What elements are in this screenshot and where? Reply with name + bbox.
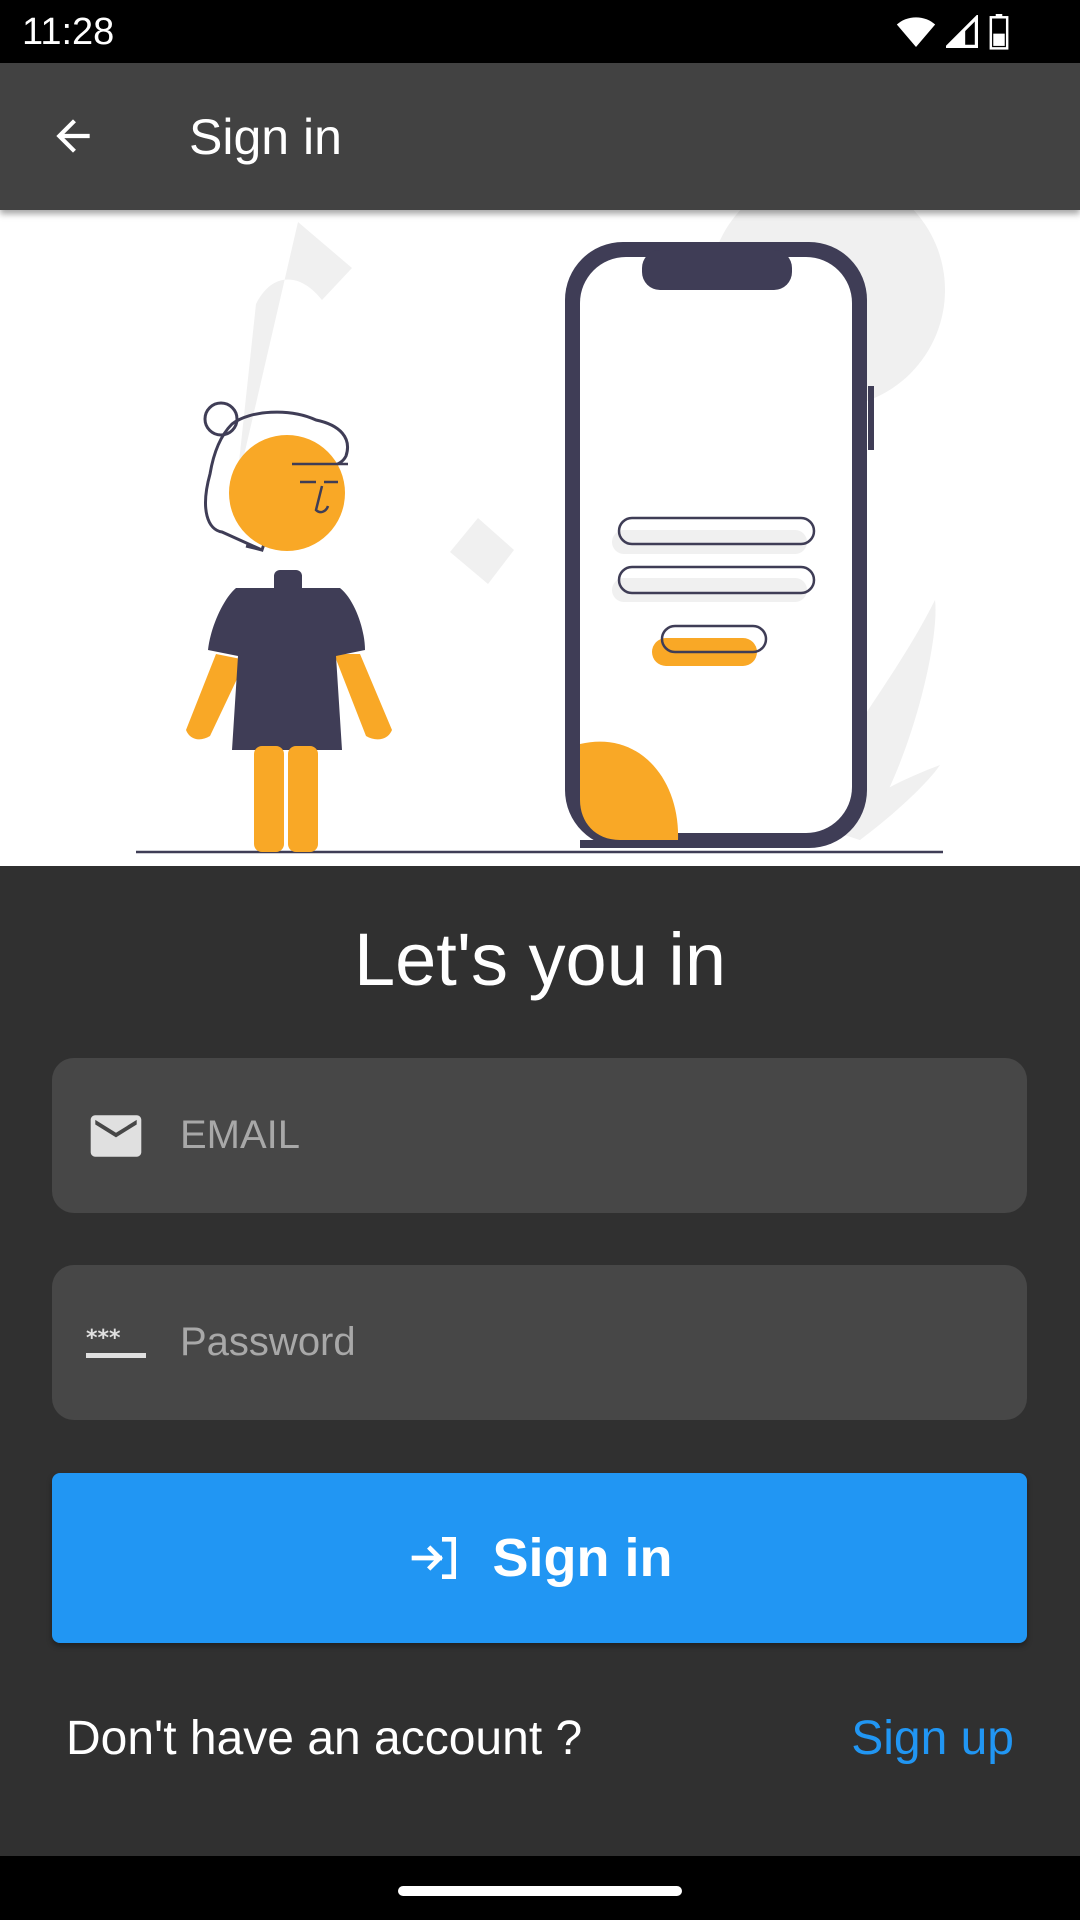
mail-icon <box>86 1111 146 1161</box>
person-with-phone-login-illustration <box>136 210 945 854</box>
login-illustration <box>0 210 1080 866</box>
password-input[interactable] <box>180 1265 1000 1420</box>
headline: Let's you in <box>353 918 727 1001</box>
status-bar: 11:28 <box>0 0 1080 63</box>
navigation-bar <box>0 1856 1080 1920</box>
home-handle[interactable] <box>398 1886 682 1896</box>
signin-button[interactable]: Sign in <box>52 1473 1027 1643</box>
back-button[interactable] <box>40 103 106 169</box>
signup-row: Don't have an account ? Sign up <box>66 1700 1014 1776</box>
login-icon <box>411 1537 456 1579</box>
email-input[interactable] <box>180 1058 1000 1213</box>
signin-button-label: Sign in <box>492 1528 673 1588</box>
page-title: Sign in <box>189 108 342 165</box>
status-time: 11:28 <box>22 11 115 53</box>
signup-link[interactable]: Sign up <box>851 1711 1014 1766</box>
battery-icon <box>989 14 1009 50</box>
wifi-icon <box>896 17 936 47</box>
svg-text:***: *** <box>86 1326 121 1351</box>
cellular-signal-icon <box>946 15 978 48</box>
arrow-back-icon <box>56 119 90 153</box>
email-field[interactable] <box>52 1058 1027 1213</box>
no-account-text: Don't have an account ? <box>66 1711 583 1765</box>
password-field[interactable]: *** <box>52 1265 1027 1420</box>
password-icon: *** <box>86 1318 146 1368</box>
app-bar: Sign in <box>0 63 1080 210</box>
status-icons <box>896 12 1010 52</box>
